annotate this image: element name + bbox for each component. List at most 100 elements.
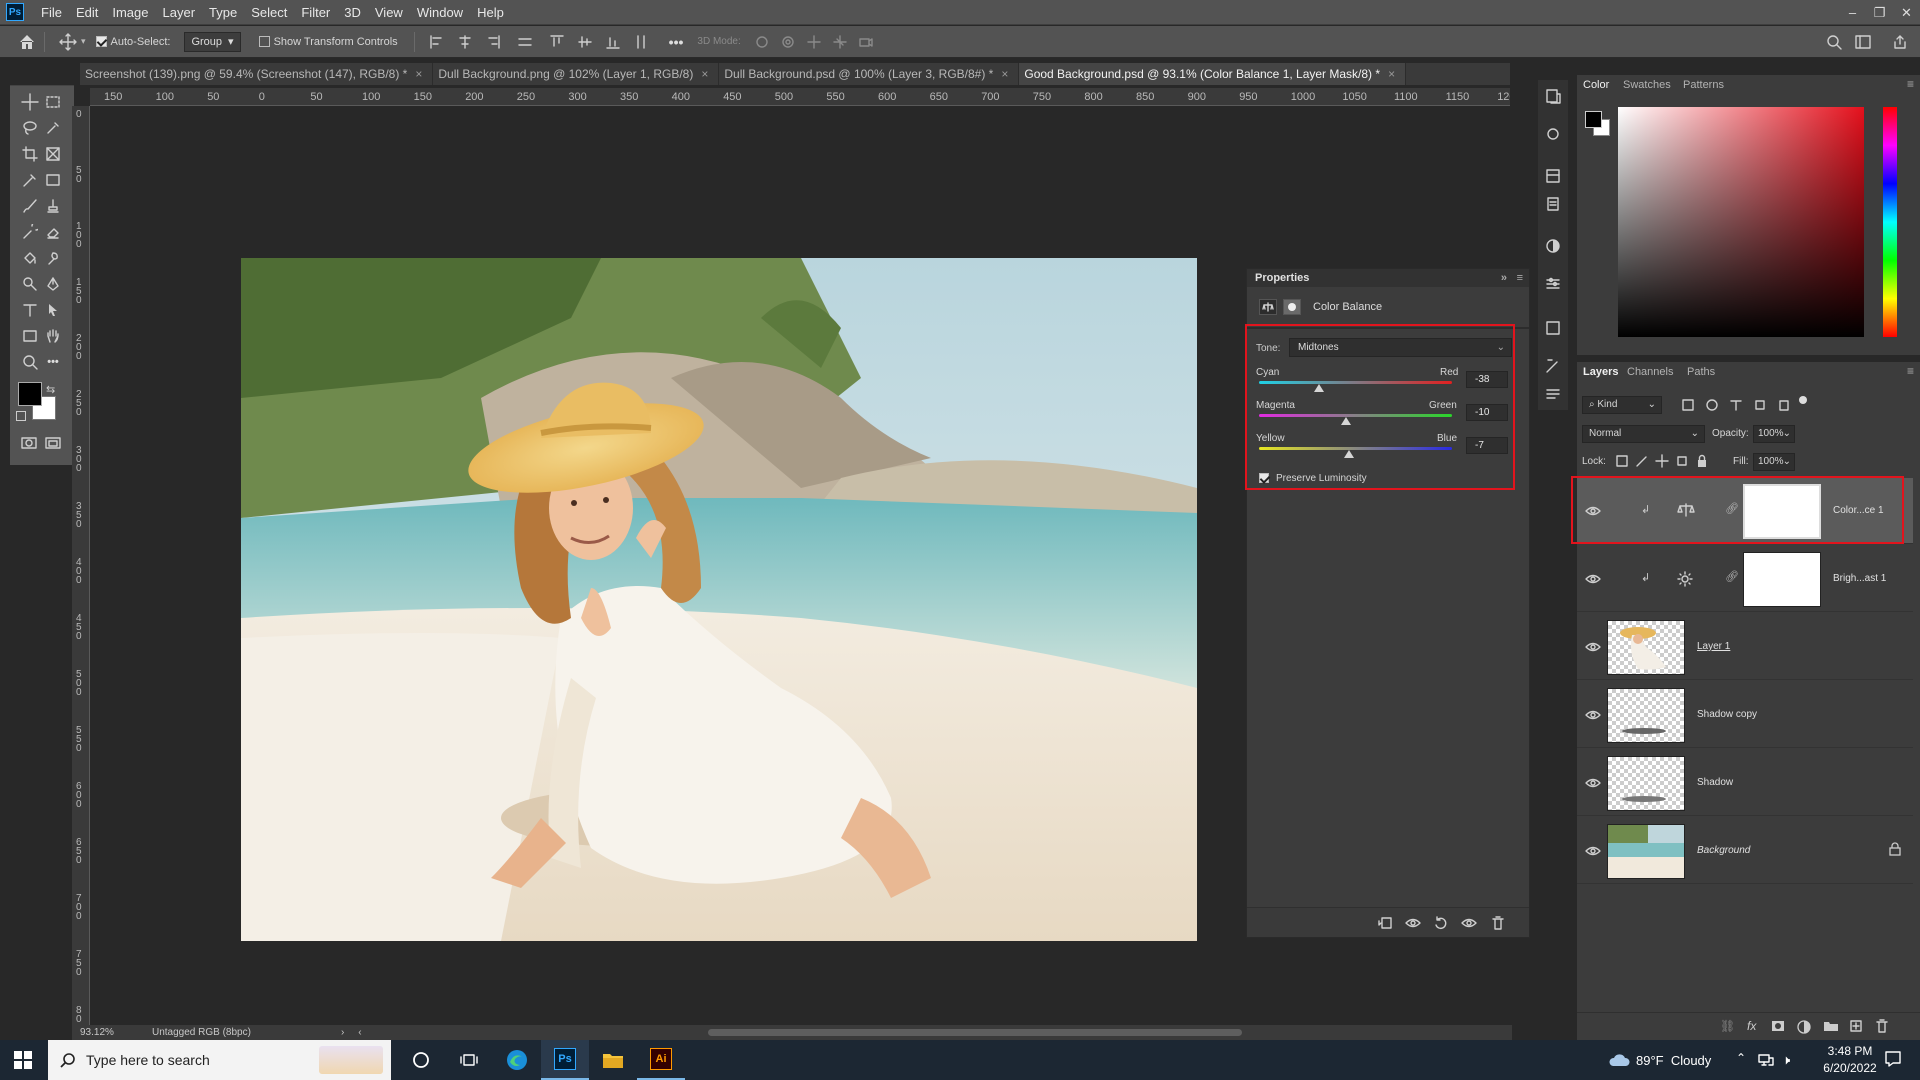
weather-text[interactable]: 89°F Cloudy [1636, 1053, 1711, 1068]
layer-thumbnail[interactable] [1607, 824, 1685, 879]
tab-dull-background-png[interactable]: Dull Background.png @ 102% (Layer 1, RGB… [433, 63, 720, 85]
layer-thumbnail[interactable] [1607, 688, 1685, 743]
history-panel-icon[interactable] [1545, 88, 1561, 104]
menu-filter[interactable]: Filter [294, 0, 337, 25]
status-arrow-icon[interactable]: › [341, 1027, 344, 1038]
filter-type-icon[interactable] [1729, 398, 1743, 412]
swap-colors-icon[interactable]: ⇆ [46, 383, 55, 396]
more-tools-icon[interactable]: ••• [42, 351, 64, 373]
document-image[interactable] [241, 258, 1197, 941]
layer-name[interactable]: Brigh...ast 1 [1833, 573, 1886, 584]
3d-orbit-icon[interactable] [754, 34, 770, 50]
layer-name[interactable]: Color...ce 1 [1833, 505, 1884, 516]
tone-dropdown[interactable]: Midtones ⌄ [1289, 338, 1512, 357]
scroll-left-icon[interactable]: ‹ [358, 1027, 361, 1038]
transform-controls-checkbox[interactable] [258, 36, 270, 47]
properties-panel-icon[interactable] [1545, 276, 1561, 292]
align-middle-icon[interactable] [577, 34, 593, 50]
yellow-blue-value[interactable]: -7 [1466, 437, 1508, 454]
tab-good-background[interactable]: Good Background.psd @ 93.1% (Color Balan… [1019, 63, 1407, 85]
chain-link-icon[interactable]: 🔗︎ [1725, 570, 1739, 583]
layer-name[interactable]: Shadow copy [1697, 709, 1757, 720]
foreground-color-swatch[interactable] [18, 382, 42, 406]
close-button[interactable]: ✕ [1893, 0, 1920, 25]
layer-background[interactable]: Background [1577, 818, 1913, 884]
layer-color-balance[interactable]: ↲ 🔗︎ Color...ce 1 [1577, 478, 1913, 544]
menu-view[interactable]: View [368, 0, 410, 25]
eye-icon[interactable] [1585, 503, 1601, 519]
filter-adjustment-icon[interactable] [1705, 398, 1719, 412]
chain-link-icon[interactable]: 🔗︎ [1725, 502, 1739, 515]
tab-dull-background-psd[interactable]: Dull Background.psd @ 100% (Layer 3, RGB… [719, 63, 1020, 85]
path-select-icon[interactable] [42, 299, 64, 321]
libraries-icon[interactable] [1545, 168, 1561, 184]
menu-edit[interactable]: Edit [69, 0, 105, 25]
tab-patterns[interactable]: Patterns [1683, 75, 1724, 95]
layer-name[interactable]: Layer 1 [1697, 641, 1730, 652]
color-field[interactable] [1618, 107, 1864, 337]
yellow-blue-thumb[interactable] [1343, 450, 1354, 458]
eye-icon[interactable] [1585, 639, 1601, 655]
rectangle-tool-icon[interactable] [19, 325, 41, 347]
panel-menu-icon[interactable]: ≡ [1907, 77, 1914, 91]
brushes-icon[interactable] [1545, 358, 1561, 374]
distribute-vertical-icon[interactable] [633, 34, 649, 50]
reset-icon[interactable] [1433, 916, 1449, 930]
search-icon[interactable] [1826, 34, 1842, 50]
eye-icon[interactable] [1585, 571, 1601, 587]
chevron-down-icon[interactable]: ▾ [81, 36, 86, 47]
cyan-red-value[interactable]: -38 [1466, 371, 1508, 388]
visibility-icon[interactable] [1461, 916, 1477, 930]
layer-thumbnail[interactable] [1607, 620, 1685, 675]
eye-icon[interactable] [1585, 843, 1601, 859]
type-tool-icon[interactable] [19, 299, 41, 321]
close-icon[interactable]: × [415, 63, 422, 85]
quick-mask-icon[interactable] [20, 436, 38, 450]
menu-help[interactable]: Help [470, 0, 511, 25]
layer-1[interactable]: Layer 1 [1577, 614, 1913, 680]
character-icon[interactable] [1545, 386, 1561, 402]
tab-paths[interactable]: Paths [1687, 362, 1715, 382]
cyan-red-thumb[interactable] [1313, 384, 1324, 392]
hand-tool-icon[interactable] [42, 325, 64, 347]
magenta-green-thumb[interactable] [1340, 417, 1351, 425]
workspace-icon[interactable] [1854, 34, 1872, 50]
mask-icon[interactable] [1283, 299, 1301, 315]
color-balance-icon[interactable] [1259, 299, 1277, 315]
tab-channels[interactable]: Channels [1627, 362, 1673, 382]
filter-toggle-icon[interactable] [1799, 396, 1807, 404]
lock-position-icon[interactable] [1655, 454, 1669, 468]
edge-browser-icon[interactable] [493, 1040, 541, 1080]
fx-icon[interactable]: fx [1747, 1019, 1756, 1033]
taskbar-search-box[interactable]: Type here to search [48, 1040, 391, 1080]
adjustments-icon[interactable] [1545, 238, 1561, 254]
maximize-button[interactable]: ❐ [1866, 0, 1893, 25]
trash-icon[interactable] [1875, 1019, 1889, 1033]
new-group-icon[interactable] [1823, 1020, 1839, 1032]
weather-cloud-icon[interactable] [1608, 1052, 1630, 1068]
magenta-green-value[interactable]: -10 [1466, 404, 1508, 421]
collapse-icon[interactable]: » [1501, 269, 1507, 287]
align-left-icon[interactable] [429, 34, 445, 50]
menu-image[interactable]: Image [105, 0, 155, 25]
color-foreground-swatch[interactable] [1585, 111, 1602, 128]
magenta-green-slider[interactable] [1259, 414, 1452, 417]
quick-select-tool-icon[interactable] [42, 117, 64, 139]
align-bottom-icon[interactable] [605, 34, 621, 50]
home-icon[interactable] [18, 33, 36, 51]
layer-name[interactable]: Background [1697, 845, 1750, 856]
menu-window[interactable]: Window [410, 0, 470, 25]
menu-file[interactable]: File [34, 0, 69, 25]
layer-mask-thumbnail[interactable] [1743, 484, 1821, 539]
panel-menu-icon[interactable]: ≡ [1517, 269, 1523, 287]
minimize-button[interactable]: – [1839, 0, 1866, 25]
windows-start-icon[interactable] [14, 1051, 32, 1069]
3d-slide-icon[interactable] [832, 34, 848, 50]
lock-pixels-icon[interactable] [1635, 454, 1649, 468]
eye-icon[interactable] [1585, 707, 1601, 723]
menu-layer[interactable]: Layer [156, 0, 203, 25]
eyedropper-tool-icon[interactable] [19, 169, 41, 191]
filter-shape-icon[interactable] [1753, 398, 1767, 412]
zoom-tool-icon[interactable] [19, 351, 41, 373]
lock-transparency-icon[interactable] [1615, 454, 1629, 468]
